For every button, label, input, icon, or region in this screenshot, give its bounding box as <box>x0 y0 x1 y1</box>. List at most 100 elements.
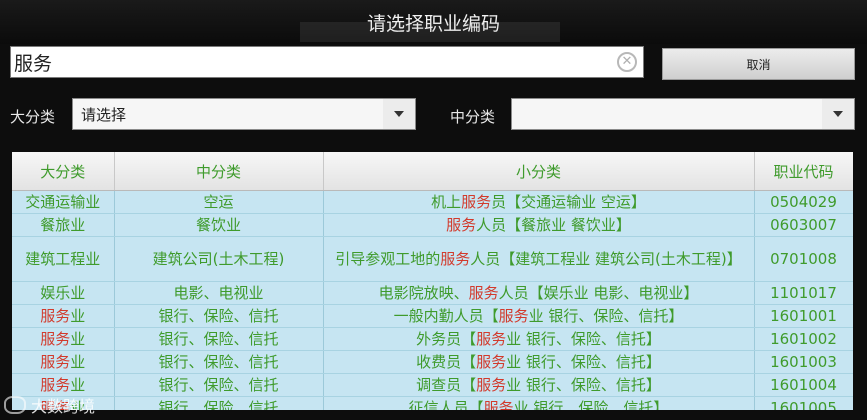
cell-text: 业 <box>70 307 86 325</box>
cell-text: 建筑工程业 <box>25 250 101 268</box>
cell-text: 餐饮业 <box>195 216 241 234</box>
middle-category-select[interactable] <box>511 98 855 130</box>
table-row[interactable]: 服务业 银行、保险、信托 征信人员【服务业 银行、保险、信托】 1601005 <box>12 396 853 410</box>
minor-category-cell: 引导参观工地的服务人员【建筑工程业 建筑公司(土木工程)】 <box>323 236 755 282</box>
table-row[interactable]: 服务业 银行、保险、信托 外务员【服务业 银行、保险、信托】 1601002 <box>12 327 853 351</box>
cell-text: 收费员【 <box>416 353 477 371</box>
cell-text: 业 <box>70 330 86 348</box>
table-row[interactable]: 餐旅业 餐饮业 服务人员【餐旅业 餐饮业】 0603007 <box>12 213 853 237</box>
cell-text: 银行、保险、信托 <box>158 353 279 371</box>
watermark-logo-icon <box>4 396 26 414</box>
cell-text: 引导参观工地的 <box>335 250 441 268</box>
cell-text: 业 银行、保险、信托】 <box>506 330 661 348</box>
background-overlay <box>300 22 560 42</box>
middle-category-cell: 银行、保险、信托 <box>114 373 324 397</box>
cell-text: 征信人员【 <box>408 399 484 410</box>
occupation-code-cell: 1601003 <box>754 350 853 374</box>
match-highlight: 服务 <box>446 216 477 234</box>
occupation-code-cell: 1601005 <box>754 396 853 410</box>
major-category-cell: 服务业 <box>12 350 115 374</box>
match-highlight: 服务 <box>40 330 71 348</box>
cell-text: 1101017 <box>770 284 837 302</box>
cell-text: 业 银行、保险、信托】 <box>506 376 661 394</box>
match-highlight: 服务 <box>483 399 514 410</box>
search-field[interactable]: ✕ <box>10 46 644 78</box>
table-row[interactable]: 娱乐业 电影、电视业 电影院放映、服务人员【娱乐业 电影、电视业】 1101017 <box>12 281 853 305</box>
column-header: 职业代码 <box>754 152 853 191</box>
cell-text: 电影、电视业 <box>173 284 264 302</box>
cell-text: 银行、保险、信托 <box>158 307 279 325</box>
cell-text: 0504029 <box>770 193 837 211</box>
table-header-row: 大分类 中分类 小分类 职业代码 <box>12 152 853 191</box>
cancel-button[interactable]: 取消 <box>662 48 855 80</box>
cell-text: 银行、保险、信托 <box>158 330 279 348</box>
cell-text: 人员【餐旅业 餐饮业】 <box>476 216 631 234</box>
match-highlight: 服务 <box>40 353 71 371</box>
minor-category-cell: 收费员【服务业 银行、保险、信托】 <box>323 350 755 374</box>
minor-category-cell: 一般内勤人员【服务业 银行、保险、信托】 <box>323 304 755 328</box>
cell-text: 一般内勤人员【 <box>393 307 499 325</box>
cell-text: 机上 <box>431 193 462 211</box>
table-row[interactable]: 服务业 银行、保险、信托 一般内勤人员【服务业 银行、保险、信托】 1601001 <box>12 304 853 328</box>
table-row[interactable]: 服务业 银行、保险、信托 收费员【服务业 银行、保险、信托】 1601003 <box>12 350 853 374</box>
table-row[interactable]: 建筑工程业 建筑公司(土木工程) 引导参观工地的服务人员【建筑工程业 建筑公司(土木… <box>12 236 853 282</box>
minor-category-cell: 电影院放映、服务人员【娱乐业 电影、电视业】 <box>323 281 755 305</box>
cell-text: 银行、保险、信托 <box>158 399 279 410</box>
cell-text: 1601005 <box>770 399 837 410</box>
cell-text: 业 <box>70 353 86 371</box>
cell-text: 员【交通运输业 空运】 <box>491 193 646 211</box>
cell-text: 调查员【 <box>416 376 477 394</box>
cell-text: 1601002 <box>770 330 837 348</box>
column-header: 小分类 <box>323 152 755 191</box>
match-highlight: 服务 <box>476 376 507 394</box>
major-category-cell: 交通运输业 <box>12 190 115 214</box>
chevron-down-icon <box>383 99 415 129</box>
cell-text: 空运 <box>203 193 234 211</box>
occupation-code-cell: 1601004 <box>754 373 853 397</box>
cell-text: 0603007 <box>770 216 837 234</box>
cell-text: 建筑公司(土木工程) <box>152 250 285 268</box>
cell-text: 人员【建筑工程业 建筑公司(土木工程)】 <box>470 250 742 268</box>
minor-category-cell: 服务人员【餐旅业 餐饮业】 <box>323 213 755 237</box>
major-category-label: 大分类 <box>10 108 56 126</box>
match-highlight: 服务 <box>498 307 529 325</box>
table-row[interactable]: 服务业 银行、保险、信托 调查员【服务业 银行、保险、信托】 1601004 <box>12 373 853 397</box>
cell-text: 外务员【 <box>416 330 477 348</box>
major-category-cell: 服务业 <box>12 327 115 351</box>
clear-icon[interactable]: ✕ <box>617 52 637 72</box>
cell-text: 交通运输业 <box>25 193 101 211</box>
major-category-select[interactable]: 请选择 <box>72 98 416 130</box>
column-header: 中分类 <box>114 152 324 191</box>
major-category-value: 请选择 <box>81 106 127 124</box>
cell-text: 娱乐业 <box>40 284 86 302</box>
cell-text: 0701008 <box>770 250 837 268</box>
match-highlight: 服务 <box>476 330 507 348</box>
minor-category-cell: 调查员【服务业 银行、保险、信托】 <box>323 373 755 397</box>
minor-category-cell: 外务员【服务业 银行、保险、信托】 <box>323 327 755 351</box>
major-category-cell: 服务业 <box>12 304 115 328</box>
occupation-code-cell: 1601001 <box>754 304 853 328</box>
cell-text: 人员【娱乐业 电影、电视业】 <box>498 284 699 302</box>
minor-category-cell: 机上服务员【交通运输业 空运】 <box>323 190 755 214</box>
middle-category-cell: 银行、保险、信托 <box>114 350 324 374</box>
occupation-code-cell: 0504029 <box>754 190 853 214</box>
cell-text: 业 银行、保险、信托】 <box>506 353 661 371</box>
middle-category-cell: 银行、保险、信托 <box>114 304 324 328</box>
major-category-cell: 娱乐业 <box>12 281 115 305</box>
cell-text: 1601004 <box>770 376 837 394</box>
search-input[interactable] <box>11 47 614 77</box>
dialog-title-bar: 请选择职业编码 <box>0 0 867 44</box>
cell-text: 银行、保险、信托 <box>158 376 279 394</box>
table-row[interactable]: 交通运输业 空运 机上服务员【交通运输业 空运】 0504029 <box>12 190 853 214</box>
occupation-table: 大分类 中分类 小分类 职业代码 交通运输业 空运 机上服务员【交通运输业 空运】 0… <box>12 152 853 410</box>
cell-text: 业 银行、保险、信托】 <box>513 399 669 410</box>
cell-text: 业 银行、保险、信托】 <box>528 307 684 325</box>
occupation-code-cell: 0701008 <box>754 236 853 282</box>
match-highlight: 服务 <box>440 250 471 268</box>
match-highlight: 服务 <box>468 284 499 302</box>
major-category-cell: 餐旅业 <box>12 213 115 237</box>
middle-category-cell: 银行、保险、信托 <box>114 327 324 351</box>
occupation-code-cell: 1601002 <box>754 327 853 351</box>
watermark: 大数跨境 <box>4 392 134 418</box>
minor-category-cell: 征信人员【服务业 银行、保险、信托】 <box>323 396 755 410</box>
